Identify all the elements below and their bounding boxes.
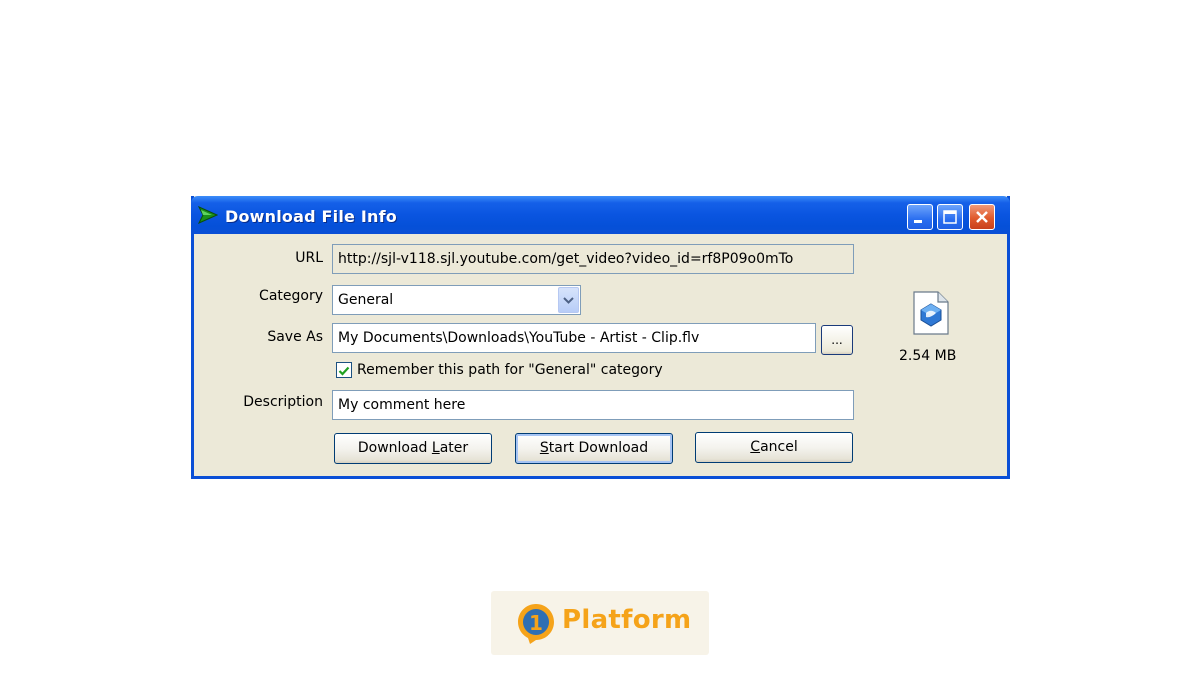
file-size: 2.54 MB — [899, 348, 957, 364]
window-title: Download File Info — [225, 207, 397, 226]
title-bar[interactable]: Download File Info — [191, 196, 1010, 234]
minimize-button[interactable] — [907, 204, 933, 230]
download-later-button[interactable]: Download Later — [334, 433, 492, 464]
brand-logo: 1 Platform — [491, 591, 709, 655]
remember-path-label[interactable]: Remember this path for "General" categor… — [357, 362, 663, 378]
page: Download File Info URL http://sjl-v118.s… — [0, 0, 1200, 675]
brand-name: Platform — [562, 605, 692, 635]
url-value: http://sjl-v118.sjl.youtube.com/get_vide… — [338, 251, 794, 267]
maximize-icon — [943, 210, 957, 224]
idm-arrow-icon — [198, 206, 218, 224]
start-download-accesskey: S — [539, 440, 549, 456]
start-download-button[interactable]: Start Download — [515, 433, 673, 464]
close-icon — [976, 211, 988, 223]
brand-mark-icon: 1 — [518, 604, 554, 644]
category-label: Category — [259, 288, 323, 304]
cancel-button[interactable]: Cancel — [695, 432, 853, 463]
cancel-label-post: ancel — [760, 439, 798, 455]
close-button[interactable] — [969, 204, 995, 230]
save-as-field[interactable]: My Documents\Downloads\YouTube - Artist … — [332, 323, 816, 353]
maximize-button[interactable] — [937, 204, 963, 230]
category-dropdown-button[interactable] — [558, 287, 579, 313]
remember-path-checkbox[interactable] — [336, 362, 352, 378]
description-label: Description — [243, 394, 323, 410]
category-select[interactable]: General — [332, 285, 581, 315]
chevron-down-icon — [563, 297, 574, 304]
url-field[interactable]: http://sjl-v118.sjl.youtube.com/get_vide… — [332, 244, 854, 274]
download-file-info-dialog: Download File Info URL http://sjl-v118.s… — [191, 196, 1010, 479]
flv-file-icon — [913, 291, 949, 335]
download-later-label-post: ater — [439, 440, 469, 456]
checkmark-icon — [338, 366, 350, 376]
save-as-value: My Documents\Downloads\YouTube - Artist … — [338, 330, 700, 346]
category-value: General — [338, 292, 394, 308]
start-download-label-post: tart Download — [548, 440, 649, 456]
cancel-accesskey: C — [750, 439, 761, 455]
url-label: URL — [295, 250, 323, 266]
brand-mark-digit: 1 — [529, 611, 543, 635]
download-later-label-pre: Download — [357, 440, 432, 456]
download-later-accesskey: L — [431, 440, 440, 456]
save-as-label: Save As — [267, 329, 323, 345]
browse-button[interactable]: ... — [821, 325, 853, 355]
description-field[interactable]: My comment here — [332, 390, 854, 420]
description-value: My comment here — [338, 397, 466, 413]
minimize-icon — [914, 220, 922, 223]
